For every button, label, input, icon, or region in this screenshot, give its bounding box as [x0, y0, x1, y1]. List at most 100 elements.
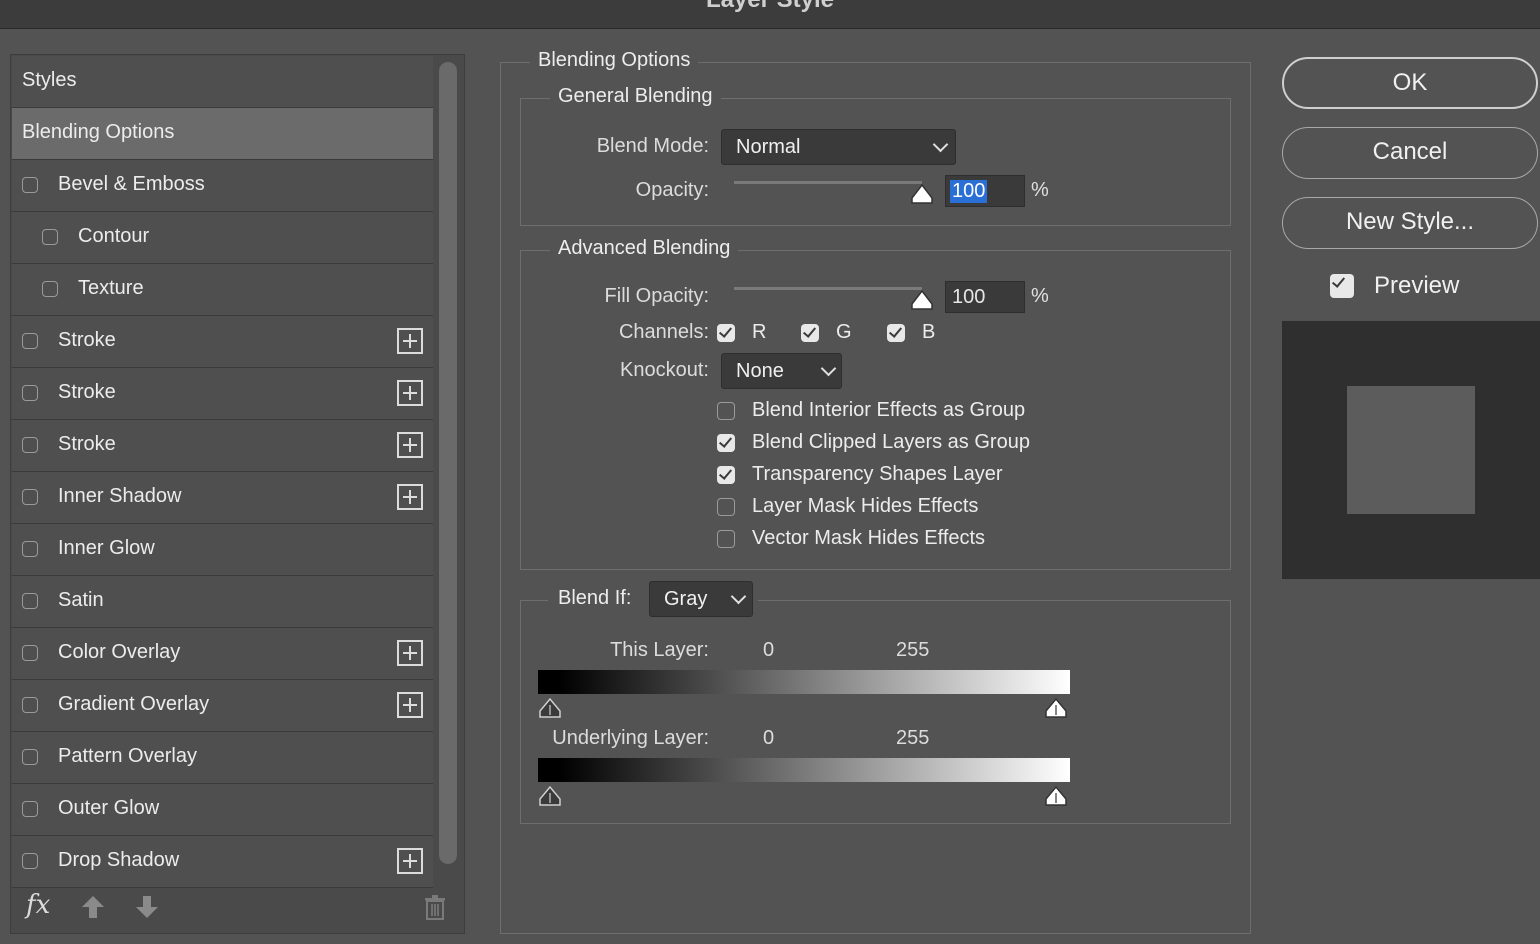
cancel-button[interactable]: Cancel — [1282, 127, 1538, 179]
underlying-layer-high-value: 255 — [896, 727, 930, 749]
style-item-blending-options[interactable]: Blending Options — [12, 108, 433, 160]
styles-header-label: Styles — [22, 69, 77, 91]
move-down-icon[interactable] — [134, 894, 160, 920]
channel-b-label: B — [922, 321, 936, 343]
opacity-slider-thumb[interactable] — [910, 182, 934, 206]
style-item-checkbox[interactable] — [22, 645, 38, 661]
ok-button[interactable]: OK — [1282, 57, 1538, 109]
style-item-satin[interactable]: Satin — [12, 576, 433, 628]
style-item-checkbox[interactable] — [22, 801, 38, 817]
add-effect-icon[interactable] — [397, 484, 423, 510]
style-item-stroke[interactable]: Stroke — [12, 316, 433, 368]
add-effect-icon[interactable] — [397, 432, 423, 458]
underlying-layer-black-slider[interactable] — [538, 784, 562, 808]
fx-icon[interactable]: fx — [26, 890, 50, 920]
blend-interior-effects-as-group-checkbox[interactable] — [717, 402, 735, 420]
blend-if-select[interactable]: Gray — [649, 581, 753, 617]
style-item-checkbox[interactable] — [22, 333, 38, 349]
advanced-blending-title: Advanced Blending — [550, 237, 739, 260]
channel-b-checkbox[interactable] — [887, 324, 905, 342]
style-item-checkbox[interactable] — [22, 697, 38, 713]
add-effect-icon[interactable] — [397, 692, 423, 718]
underlying-layer-white-slider[interactable] — [1044, 784, 1068, 808]
preview-swatch — [1347, 386, 1475, 514]
channels-label: Channels: — [618, 321, 709, 343]
blend-interior-effects-as-group-label: Blend Interior Effects as Group — [752, 399, 1026, 421]
style-item-checkbox[interactable] — [22, 177, 38, 193]
add-effect-icon[interactable] — [397, 328, 423, 354]
style-item-gradient-overlay[interactable]: Gradient Overlay — [12, 680, 433, 732]
style-item-pattern-overlay[interactable]: Pattern Overlay — [12, 732, 433, 784]
chevron-down-icon — [820, 360, 837, 377]
layer-mask-hides-effects-label: Layer Mask Hides Effects — [752, 495, 979, 517]
channel-r-label: R — [752, 321, 767, 343]
style-item-stroke[interactable]: Stroke — [12, 420, 433, 472]
style-item-texture[interactable]: Texture — [12, 264, 433, 316]
style-item-label: Texture — [78, 277, 144, 299]
chevron-down-icon — [932, 136, 949, 153]
style-item-checkbox[interactable] — [42, 281, 58, 297]
opacity-unit: % — [1031, 179, 1049, 201]
add-effect-icon[interactable] — [397, 640, 423, 666]
vector-mask-hides-effects-label: Vector Mask Hides Effects — [752, 527, 986, 549]
styles-header[interactable]: Styles — [12, 56, 433, 108]
this-layer-high-value: 255 — [896, 639, 930, 661]
style-item-checkbox[interactable] — [22, 385, 38, 401]
vector-mask-hides-effects-checkbox[interactable] — [717, 530, 735, 548]
style-item-label: Inner Glow — [58, 537, 155, 559]
layer-mask-hides-effects-checkbox[interactable] — [717, 498, 735, 516]
style-item-inner-shadow[interactable]: Inner Shadow — [12, 472, 433, 524]
style-item-label: Drop Shadow — [58, 849, 180, 871]
blend-clipped-layers-as-group-checkbox[interactable] — [717, 434, 735, 452]
new-style-button[interactable]: New Style... — [1282, 197, 1538, 249]
add-effect-icon[interactable] — [397, 848, 423, 874]
general-blending-title: General Blending — [550, 85, 721, 108]
knockout-label: Knockout: — [620, 359, 709, 381]
style-item-label: Stroke — [58, 329, 116, 351]
this-layer-white-slider[interactable] — [1044, 696, 1068, 720]
style-item-label: Inner Shadow — [58, 485, 182, 507]
opacity-slider-track[interactable] — [734, 181, 922, 184]
transparency-shapes-layer-label: Transparency Shapes Layer — [752, 463, 1003, 485]
transparency-shapes-layer-checkbox[interactable] — [717, 466, 735, 484]
this-layer-black-slider[interactable] — [538, 696, 562, 720]
style-item-stroke[interactable]: Stroke — [12, 368, 433, 420]
opacity-value: 100 — [950, 180, 988, 203]
channel-r-checkbox[interactable] — [717, 324, 735, 342]
fill-opacity-value: 100 — [952, 286, 986, 308]
style-item-contour[interactable]: Contour — [12, 212, 433, 264]
opacity-input[interactable]: 100 — [945, 175, 1025, 207]
add-effect-icon[interactable] — [397, 380, 423, 406]
title-bar: Layer Style — [0, 0, 1540, 29]
blending-options-title: Blending Options — [530, 49, 699, 72]
fill-opacity-slider-thumb[interactable] — [910, 288, 934, 312]
style-item-checkbox[interactable] — [22, 489, 38, 505]
blend-mode-select[interactable]: Normal — [721, 129, 956, 165]
style-item-checkbox[interactable] — [22, 593, 38, 609]
style-item-checkbox[interactable] — [22, 541, 38, 557]
style-item-checkbox[interactable] — [42, 229, 58, 245]
opacity-label: Opacity: — [635, 179, 709, 201]
fill-opacity-input[interactable]: 100 — [945, 281, 1025, 313]
style-item-checkbox[interactable] — [22, 437, 38, 453]
style-item-label: Stroke — [58, 381, 116, 403]
channel-g-checkbox[interactable] — [801, 324, 819, 342]
style-item-inner-glow[interactable]: Inner Glow — [12, 524, 433, 576]
style-item-label: Contour — [78, 225, 150, 247]
knockout-select[interactable]: None — [721, 353, 842, 389]
style-item-outer-glow[interactable]: Outer Glow — [12, 784, 433, 836]
style-item-color-overlay[interactable]: Color Overlay — [12, 628, 433, 680]
fill-opacity-label: Fill Opacity: — [604, 285, 709, 307]
style-item-checkbox[interactable] — [22, 853, 38, 869]
this-layer-gradient — [538, 670, 1070, 694]
style-item-drop-shadow[interactable]: Drop Shadow — [12, 836, 433, 888]
preview-checkbox[interactable] — [1330, 274, 1354, 298]
preview-box — [1282, 321, 1540, 579]
underlying-layer-gradient — [538, 758, 1070, 782]
style-item-bevel-emboss[interactable]: Bevel & Emboss — [12, 160, 433, 212]
trash-icon[interactable] — [424, 894, 446, 920]
styles-scrollbar[interactable] — [439, 62, 457, 864]
fill-opacity-slider-track[interactable] — [734, 287, 922, 290]
move-up-icon[interactable] — [80, 894, 106, 920]
style-item-checkbox[interactable] — [22, 749, 38, 765]
